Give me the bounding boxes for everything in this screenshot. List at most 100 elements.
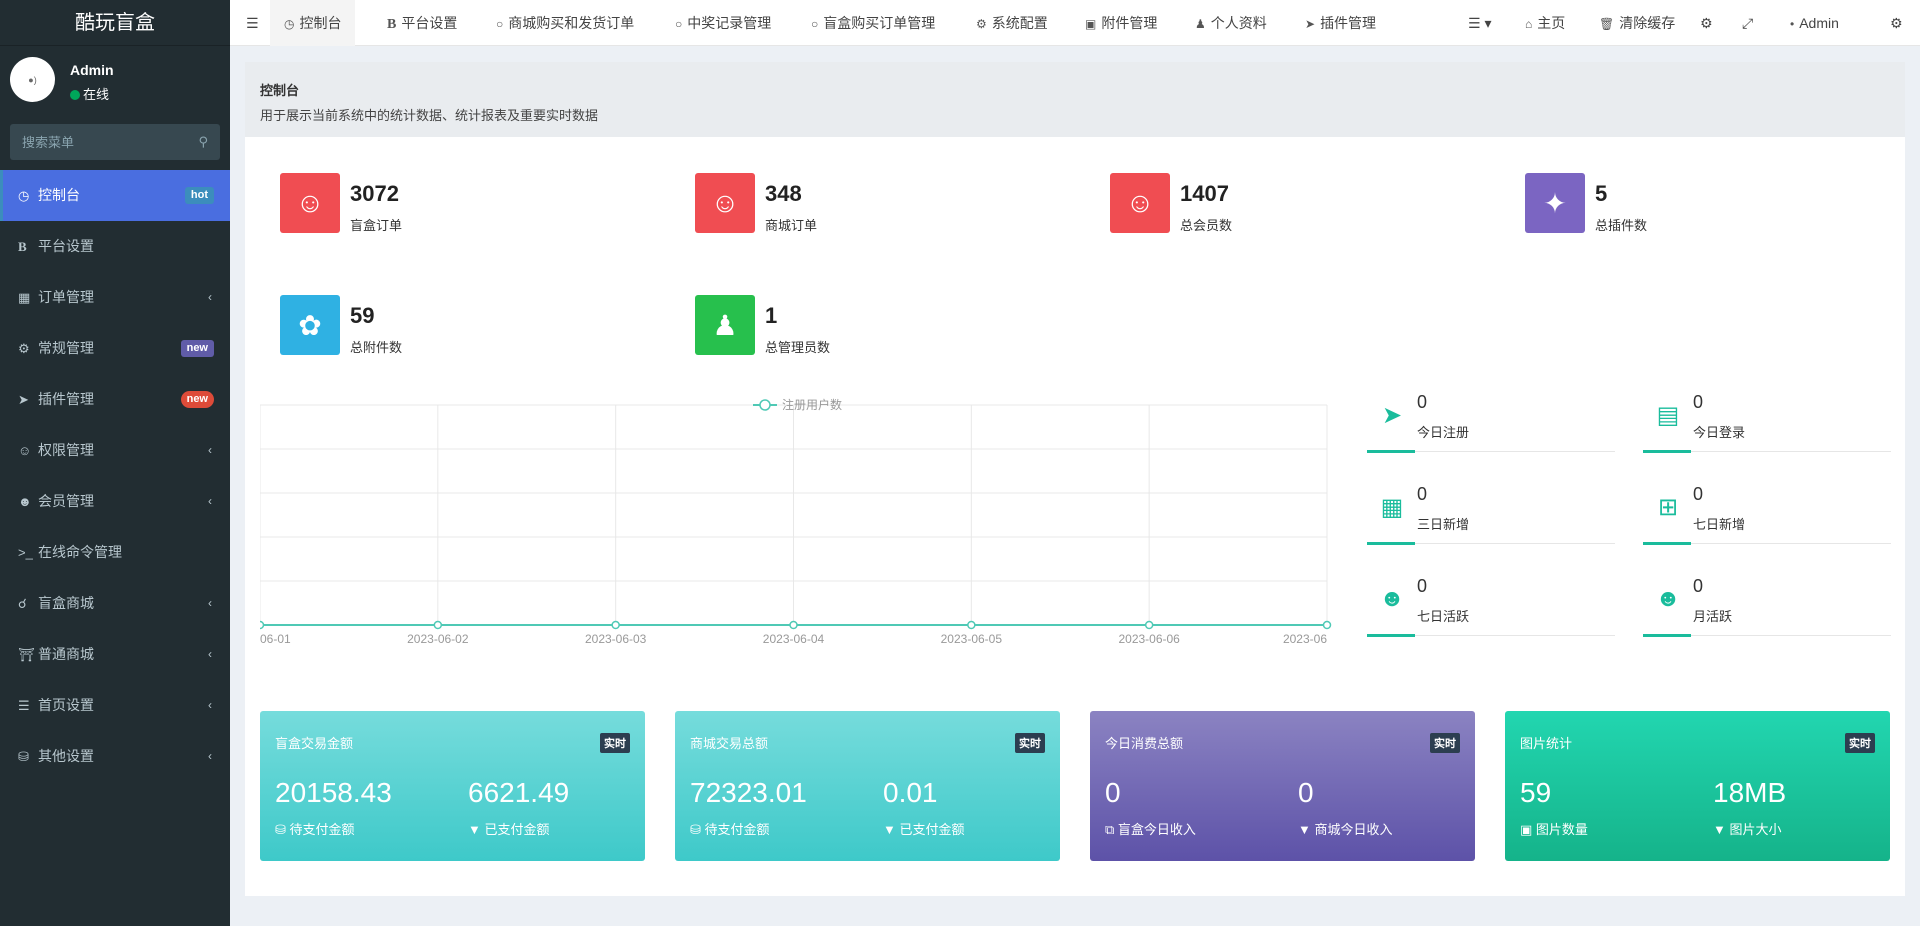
gear-icon: ⚙ bbox=[976, 17, 987, 31]
rocket-icon: ➤ bbox=[18, 392, 29, 407]
user-name: Admin bbox=[70, 62, 114, 78]
sidebar-item-blindbox-shop[interactable]: ☌ 盲盒商城 ‹ bbox=[0, 578, 230, 629]
users-icon: ☺ bbox=[1110, 173, 1170, 233]
tabs-dropdown-icon[interactable]: ☰ ▾ bbox=[1468, 0, 1491, 46]
sidebar-item-normal-shop[interactable]: ⛩ 普通商城 ‹ bbox=[0, 629, 230, 680]
tab-system-config[interactable]: ⚙ 系统配置 bbox=[976, 0, 1048, 46]
tab-shop-orders[interactable]: ○ 商城购买和发货订单 bbox=[496, 0, 634, 46]
tab-dashboard[interactable]: ◷ 控制台 bbox=[270, 0, 356, 46]
users-icon: ☺ bbox=[695, 173, 755, 233]
terminal-icon: >_ bbox=[18, 545, 33, 560]
page-title: 控制台 bbox=[260, 83, 300, 98]
chevron-left-icon: ‹ bbox=[208, 647, 212, 661]
search-icon[interactable]: ⚲ bbox=[198, 134, 208, 150]
chevron-left-icon: ‹ bbox=[208, 749, 212, 763]
mini-stat-monthly-active: ☻ 0 月活跃 bbox=[1643, 576, 1891, 646]
sidebar-toggle-icon[interactable]: ☰ bbox=[246, 0, 259, 46]
admin-menu[interactable]: • Admin bbox=[1790, 0, 1839, 46]
user-circle-icon: ☻ bbox=[1379, 585, 1405, 612]
sidebar-menu: ◷ 控制台 hot B 平台设置 ▦ 订单管理 ‹ ⚙ 常规管理 new ➤ 插件管理 new ☺… bbox=[0, 170, 230, 782]
tab-attachments[interactable]: ▣ 附件管理 bbox=[1085, 0, 1157, 46]
clear-cache-button[interactable]: 🗑 清除缓存 bbox=[1599, 0, 1675, 46]
data-point bbox=[967, 620, 976, 630]
card-image-stats: 图片统计 实时 59 18MB ▣ 图片数量 ▼ 图片大小 bbox=[1505, 711, 1890, 861]
avatar-small-icon: • bbox=[1790, 17, 1795, 31]
user-panel: ●) Admin 在线 bbox=[0, 46, 230, 116]
mini-stat-today-login: ▤ 0 今日登录 bbox=[1643, 392, 1891, 462]
dashboard-icon: ◷ bbox=[18, 188, 30, 203]
tab-plugins[interactable]: ➤ 插件管理 bbox=[1305, 0, 1376, 46]
top-navbar: ☰ ◷ 控制台 B 平台设置 ○ 商城购买和发货订单 ○ 中奖记录管理 ○ 盲盒购买订单管… bbox=[230, 0, 1920, 46]
sidebar-item-platform[interactable]: B 平台设置 bbox=[0, 221, 230, 272]
user-status: 在线 bbox=[70, 84, 109, 103]
chevron-left-icon: ‹ bbox=[208, 290, 212, 304]
data-point bbox=[611, 620, 620, 630]
dashboard-icon: ◷ bbox=[284, 17, 295, 31]
calendar-icon: ▦ bbox=[1380, 493, 1404, 521]
translate-icon[interactable]: ⚙ bbox=[1700, 0, 1713, 46]
stat-blindbox-orders: ☺ 3072 盲盒订单 bbox=[280, 173, 580, 233]
sidebar-item-permissions[interactable]: ☺ 权限管理 ‹ bbox=[0, 425, 230, 476]
legend-marker bbox=[759, 399, 771, 411]
app-logo[interactable]: 酷玩盲盒 bbox=[0, 0, 230, 46]
sidebar-item-dashboard[interactable]: ◷ 控制台 hot bbox=[0, 170, 230, 221]
filter-icon: ▼ bbox=[1713, 822, 1730, 837]
mini-stat-three-day-new: ▦ 0 三日新增 bbox=[1367, 484, 1615, 554]
home-link[interactable]: ⌂ 主页 bbox=[1525, 0, 1565, 46]
calendar-plus-icon: ⊞ bbox=[1657, 493, 1679, 521]
mini-stat-seven-day-active: ☻ 0 七日活跃 bbox=[1367, 576, 1615, 646]
stat-shop-orders: ☺ 348 商城订单 bbox=[695, 173, 995, 233]
users-icon: ☺ bbox=[18, 443, 32, 458]
filter-icon: ▼ bbox=[883, 822, 900, 837]
tab-profile[interactable]: ♟ 个人资料 bbox=[1195, 0, 1267, 46]
sidebar-item-general[interactable]: ⚙ 常规管理 new bbox=[0, 323, 230, 374]
sidebar-item-other-settings[interactable]: ⛁ 其他设置 ‹ bbox=[0, 731, 230, 782]
chevron-left-icon: ‹ bbox=[208, 596, 212, 610]
x-tick-label: 2023-06 bbox=[1283, 632, 1327, 646]
circle-icon: ○ bbox=[675, 17, 683, 31]
cogs-icon: ⚙ bbox=[18, 341, 30, 356]
search-input[interactable] bbox=[10, 124, 220, 160]
stat-admins: ♟ 1 总管理员数 bbox=[695, 295, 995, 355]
list-icon: ☰ bbox=[18, 698, 30, 713]
hot-badge: hot bbox=[184, 187, 214, 204]
sidebar-item-orders[interactable]: ▦ 订单管理 ‹ bbox=[0, 272, 230, 323]
settings-gear-icon[interactable]: ⚙ bbox=[1890, 0, 1903, 46]
legend-label: 注册用户数 bbox=[782, 397, 842, 412]
user-icon: ♟ bbox=[1195, 17, 1206, 31]
chevron-left-icon: ‹ bbox=[208, 494, 212, 508]
sidebar-search: ⚲ bbox=[10, 124, 220, 160]
user-circle-icon: ☻ bbox=[18, 494, 32, 509]
fullscreen-icon[interactable]: ⤢ bbox=[1742, 0, 1753, 46]
sidebar-item-home-settings[interactable]: ☰ 首页设置 ‹ bbox=[0, 680, 230, 731]
trash-icon: 🗑 bbox=[1599, 17, 1615, 31]
page-description: 用于展示当前系统中的统计数据、统计报表及重要实时数据 bbox=[260, 108, 599, 123]
sidebar-item-commands[interactable]: >_ 在线命令管理 bbox=[0, 527, 230, 578]
new-badge: new bbox=[180, 340, 214, 357]
x-tick-label: 2023-06-06 bbox=[1118, 632, 1180, 646]
realtime-badge: 实时 bbox=[1015, 733, 1045, 753]
tab-prize-records[interactable]: ○ 中奖记录管理 bbox=[675, 0, 771, 46]
tab-platform[interactable]: B 平台设置 bbox=[387, 0, 457, 46]
user-icon: ♟ bbox=[695, 295, 755, 355]
circle-icon: ○ bbox=[496, 17, 504, 31]
calculator-icon: ▦ bbox=[18, 290, 31, 305]
sidebar-item-plugins[interactable]: ➤ 插件管理 new bbox=[0, 374, 230, 425]
realtime-badge: 实时 bbox=[1845, 733, 1875, 753]
new-badge: new bbox=[180, 391, 214, 408]
card-blindbox-amount: 盲盒交易金额 实时 20158.43 6621.49 ⛁ 待支付金额 ▼ 已支付… bbox=[260, 711, 645, 861]
database-icon: ⛁ bbox=[275, 822, 290, 837]
image-icon: ▣ bbox=[1520, 822, 1536, 837]
filter-icon: ▼ bbox=[468, 822, 485, 837]
stat-members: ☺ 1407 总会员数 bbox=[1110, 173, 1410, 233]
cart-icon: ☌ bbox=[18, 596, 27, 611]
rocket-icon: ➤ bbox=[1305, 17, 1316, 31]
bold-b-icon: B bbox=[18, 239, 27, 254]
rocket-icon: ➤ bbox=[1381, 401, 1403, 429]
image-icon: ▣ bbox=[1085, 17, 1097, 31]
stat-attachments: ✿ 59 总附件数 bbox=[280, 295, 580, 355]
tab-blindbox-orders[interactable]: ○ 盲盒购买订单管理 bbox=[811, 0, 935, 46]
magic-wand-icon: ✦ bbox=[1525, 173, 1585, 233]
sidebar-item-members[interactable]: ☻ 会员管理 ‹ bbox=[0, 476, 230, 527]
mini-stat-seven-day-new: ⊞ 0 七日新增 bbox=[1643, 484, 1891, 554]
